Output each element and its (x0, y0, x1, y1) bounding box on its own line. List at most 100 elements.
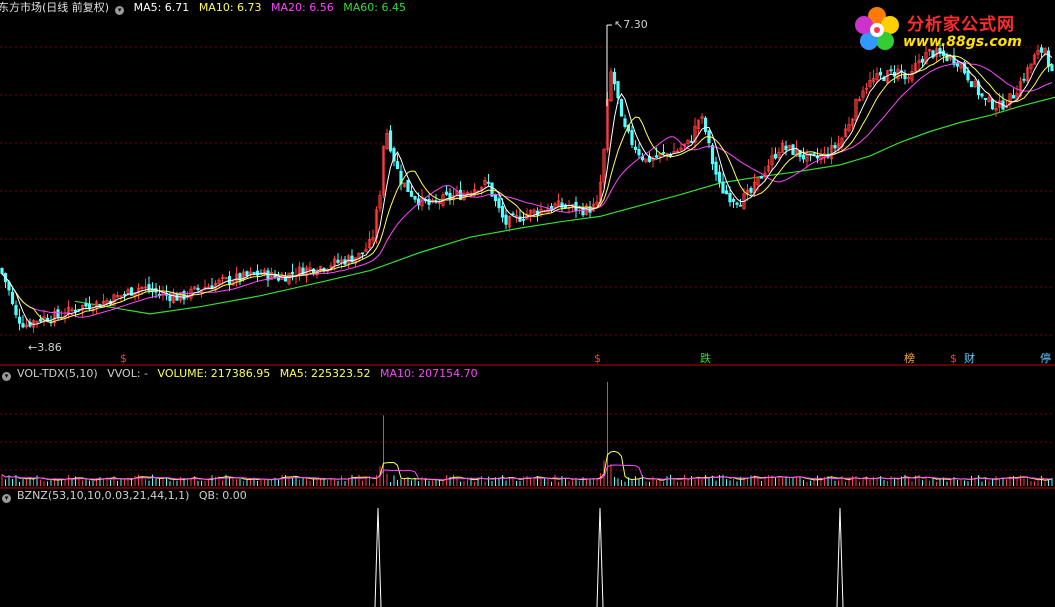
indicator-header: ▾ BZNZ(53,10,10,0.03,21,44,1,1) QB: 0.00 (2, 489, 253, 503)
candle-body (990, 99, 995, 110)
candle-body (497, 198, 501, 209)
candle-body (623, 118, 627, 127)
candle-body (637, 148, 641, 156)
candle-body (714, 161, 718, 175)
candle-body (493, 194, 498, 202)
candle-body (521, 218, 526, 221)
chart-canvas[interactable] (0, 0, 1055, 607)
dollar-marker[interactable]: $ (950, 352, 957, 365)
event-tag-fall[interactable]: 跌 (700, 350, 711, 366)
candle-body (784, 145, 788, 150)
indicator-panel (374, 507, 844, 607)
high-price-label: ↖7.30 (614, 18, 648, 31)
volume-label: VOLUME: 217386.95 (157, 367, 271, 380)
candle-body (360, 252, 365, 255)
candle-body (983, 97, 988, 100)
candle-body (619, 99, 624, 117)
volume-ma5-label: MA5: 225323.52 (279, 367, 371, 380)
candle-body (290, 271, 295, 275)
volume-ma10-label: MA10: 207154.70 (379, 367, 478, 380)
candle-body (738, 204, 743, 207)
indicator-spike (596, 507, 604, 607)
volume-ma10-line (1, 464, 1052, 481)
candle-body (1022, 78, 1026, 81)
candle-body (0, 268, 4, 274)
settings-icon[interactable]: ▾ (2, 494, 11, 503)
candle-body (10, 291, 15, 305)
event-tag-halt[interactable]: 停 (1040, 350, 1051, 366)
candle-body (966, 70, 970, 81)
candle-body (518, 216, 522, 222)
settings-icon[interactable]: ▾ (2, 372, 11, 381)
dollar-marker[interactable]: $ (120, 352, 127, 365)
candle-body (486, 181, 491, 184)
candle-body (889, 69, 893, 72)
ma10-label: MA10: 6.73 (198, 1, 262, 14)
candle-body (168, 295, 172, 302)
candle-body (301, 267, 305, 276)
ma20-label: MA20: 6.56 (271, 1, 334, 14)
candle-body (749, 187, 753, 193)
qb-label: QB: 0.00 (198, 489, 247, 502)
candle-body (1050, 64, 1054, 72)
candle-body (728, 192, 732, 203)
candle-body (21, 323, 25, 328)
candle-body (175, 294, 179, 301)
low-price-label: ←3.86 (28, 341, 62, 354)
candle-body (878, 71, 883, 76)
candle-body (413, 196, 417, 200)
candle-body (500, 206, 505, 218)
candle-body (731, 198, 736, 202)
settings-icon[interactable]: ▾ (115, 6, 125, 15)
candle-body (735, 202, 739, 205)
candle-body (17, 316, 22, 324)
candle-body (717, 171, 722, 183)
candle-body (630, 130, 634, 146)
candle-body (661, 152, 666, 154)
ma-lines (1, 51, 1053, 325)
candle-body (612, 71, 617, 85)
candle-body (724, 190, 729, 195)
ma10-line (1, 55, 1053, 323)
price-grid (0, 46, 1055, 471)
volume-header: ▾ VOL-TDX(5,10) VVOL: - VOLUME: 217386.95… (2, 367, 484, 381)
event-tag-rank[interactable]: 榜 (904, 350, 915, 366)
ma5-label: MA5: 6.71 (133, 1, 190, 14)
indicator-spike (836, 507, 844, 607)
candle-body (689, 140, 694, 143)
stock-title: 东方市场(日线 前复权) (0, 1, 110, 14)
candle-body (406, 179, 410, 192)
indicator-title: BZNZ(53,10,10,0.03,21,44,1,1) (17, 489, 190, 502)
candle-body (721, 181, 725, 194)
indicator-spike (374, 507, 382, 607)
candle-body (801, 154, 806, 160)
event-tag-finance[interactable]: 财 (964, 350, 975, 366)
candle-body (14, 305, 18, 316)
main-header: 东方市场(日线 前复权) ▾ MA5: 6.71 MA10: 6.73 MA20:… (0, 1, 412, 15)
site-logo: 分析家公式网 www.88gs.com (849, 2, 1049, 56)
candle-body (1011, 95, 1016, 99)
candle-body (710, 144, 715, 165)
vvol-label: VVOL: - (107, 367, 149, 380)
volume-indicator-title: VOL-TDX(5,10) (17, 367, 98, 380)
ma60-label: MA60: 6.45 (343, 1, 406, 14)
candle-body (196, 287, 200, 291)
candle-body (759, 176, 764, 179)
candle-body (84, 302, 88, 307)
flower-logo-icon (855, 7, 899, 50)
ma20-line (1, 62, 1053, 318)
candle-body (703, 117, 708, 132)
candle-body (812, 153, 816, 156)
candle-body (388, 130, 393, 152)
candle-body (38, 318, 43, 322)
candle-body (504, 214, 508, 225)
candle-body (444, 191, 449, 195)
candle-body (980, 93, 984, 97)
candle-body (427, 199, 431, 205)
candle-body (920, 58, 925, 63)
candle-body (969, 81, 974, 88)
dollar-marker[interactable]: $ (594, 352, 601, 365)
candle-body (252, 272, 256, 274)
candle-body (395, 161, 400, 169)
logo-url: www.88gs.com (903, 34, 1022, 50)
